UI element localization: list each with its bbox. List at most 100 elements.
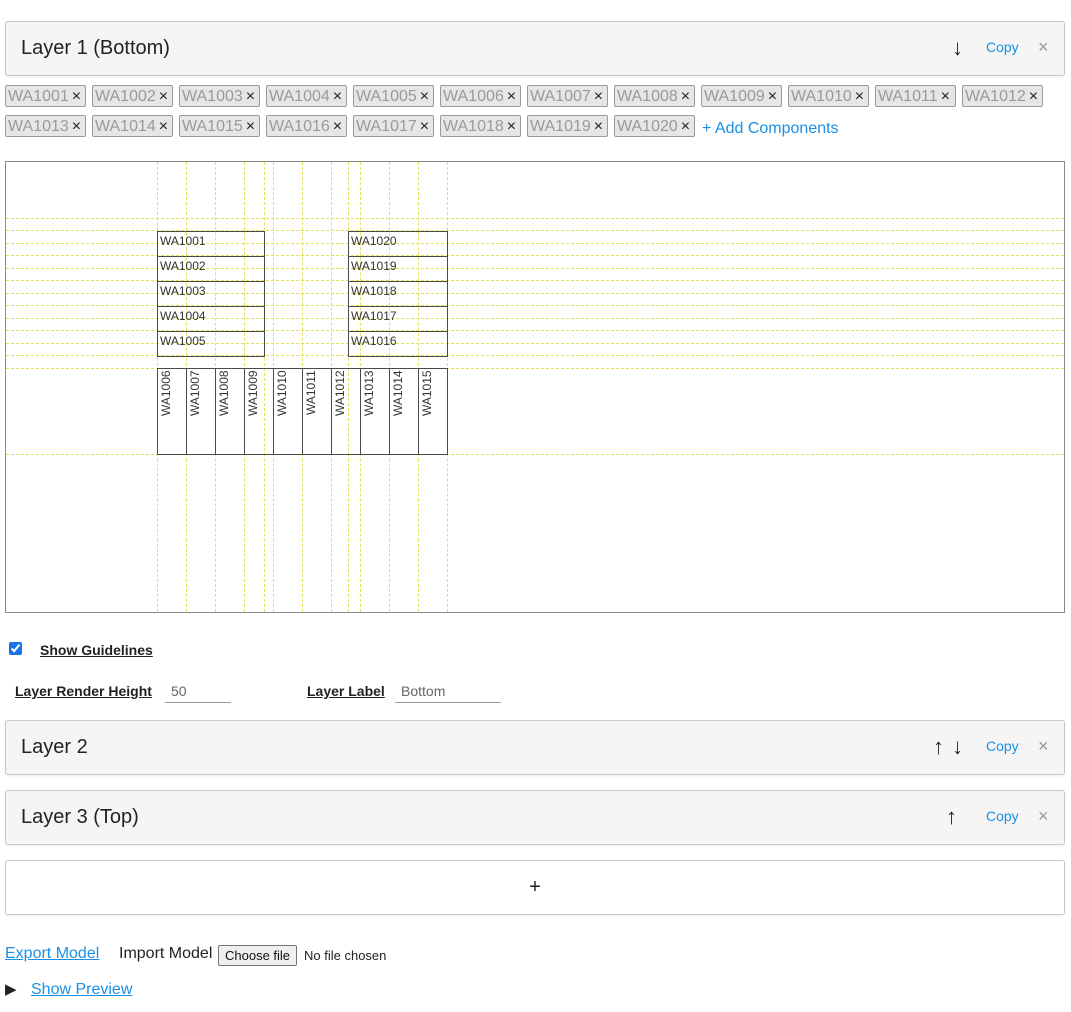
layer-canvas[interactable]: WA1001 WA1002 WA1003 WA1004 WA1005 WA1020 WA10… (5, 161, 1065, 613)
component-cell[interactable]: WA1003 (157, 281, 265, 307)
remove-component-icon[interactable]: × (159, 118, 168, 135)
layer-2-close-icon[interactable]: × (1038, 721, 1049, 772)
layer-2-title: Layer 2 (21, 736, 88, 758)
component-cell[interactable]: WA1014 (389, 368, 419, 455)
move-up-icon[interactable]: ↑ (946, 791, 957, 842)
remove-component-icon[interactable]: × (246, 118, 255, 135)
remove-component-icon[interactable]: × (681, 118, 690, 135)
layer-3-close-icon[interactable]: × (1038, 791, 1049, 842)
move-up-icon[interactable]: ↑ (933, 721, 944, 772)
remove-component-icon[interactable]: × (420, 88, 429, 105)
component-cell[interactable]: WA1013 (360, 368, 390, 455)
component-cell[interactable]: WA1002 (157, 256, 265, 282)
component-chip: WA1004 × (266, 85, 347, 107)
export-model-link[interactable]: Export Model (5, 944, 99, 964)
component-cell-label: WA1005 (160, 334, 206, 348)
component-cell[interactable]: WA1005 (157, 331, 265, 357)
layer-1-close-icon[interactable]: × (1038, 22, 1049, 73)
component-cell-label: WA1007 (188, 370, 202, 416)
remove-component-icon[interactable]: × (1029, 88, 1038, 105)
component-cell-label: WA1017 (351, 309, 397, 323)
layer-1-header[interactable]: Layer 1 (Bottom) ↓ Copy × (5, 21, 1065, 76)
component-cell-label: WA1020 (351, 234, 397, 248)
add-layer-button[interactable]: + (5, 860, 1065, 915)
component-cell[interactable]: WA1015 (418, 368, 448, 455)
component-chip-label: WA1019 (530, 118, 591, 135)
show-guidelines-label: Show Guidelines (40, 642, 153, 658)
component-chip-label: WA1005 (356, 88, 417, 105)
show-guidelines-checkbox-wrap[interactable] (9, 642, 22, 660)
component-chip: WA1019 × (527, 115, 608, 137)
add-components-button[interactable]: + Add Components (702, 118, 839, 140)
component-cell[interactable]: WA1004 (157, 306, 265, 332)
component-chip-label: WA1003 (182, 88, 243, 105)
remove-component-icon[interactable]: × (507, 88, 516, 105)
component-cell[interactable]: WA1006 (157, 368, 187, 455)
component-chip-label: WA1004 (269, 88, 330, 105)
component-cell[interactable]: WA1007 (186, 368, 216, 455)
component-chip: WA1012 × (962, 85, 1043, 107)
component-chip: WA1007 × (527, 85, 608, 107)
component-cell-label: WA1019 (351, 259, 397, 273)
component-cell-label: WA1011 (304, 370, 318, 415)
component-cell[interactable]: WA1001 (157, 231, 265, 257)
component-cell[interactable]: WA1010 (273, 368, 303, 455)
expand-triangle-icon[interactable]: ▶ (5, 981, 17, 999)
component-chip-label: WA1014 (95, 118, 156, 135)
component-chip-label: WA1015 (182, 118, 243, 135)
remove-component-icon[interactable]: × (941, 88, 950, 105)
layer-1-copy-button[interactable]: Copy (986, 22, 1019, 73)
component-chip-label: WA1001 (8, 88, 69, 105)
layer-2-copy-button[interactable]: Copy (986, 721, 1019, 772)
component-chip: WA1011 × (875, 85, 956, 107)
component-cell[interactable]: WA1011 (302, 368, 332, 455)
component-chip-label: WA1010 (791, 88, 852, 105)
layer-1-title: Layer 1 (Bottom) (21, 37, 170, 59)
component-cell-label: WA1004 (160, 309, 206, 323)
remove-component-icon[interactable]: × (333, 88, 342, 105)
layer-label-input[interactable] (395, 680, 501, 703)
choose-file-button[interactable]: Choose file (218, 945, 298, 966)
component-cell[interactable]: WA1018 (348, 281, 448, 307)
layer-2-header[interactable]: Layer 2 ↑ ↓ Copy × (5, 720, 1065, 775)
component-cell[interactable]: WA1019 (348, 256, 448, 282)
move-down-icon[interactable]: ↓ (952, 22, 963, 73)
remove-component-icon[interactable]: × (594, 118, 603, 135)
component-chip-label: WA1008 (617, 88, 678, 105)
component-cell[interactable]: WA1020 (348, 231, 448, 257)
component-cell-label: WA1014 (391, 370, 405, 416)
show-guidelines-checkbox[interactable] (9, 642, 22, 655)
component-cell[interactable]: WA1009 (244, 368, 274, 455)
component-cell-label: WA1003 (160, 284, 206, 298)
component-chip: WA1001 × (5, 85, 86, 107)
component-chip-label: WA1011 (878, 88, 938, 105)
remove-component-icon[interactable]: × (159, 88, 168, 105)
remove-component-icon[interactable]: × (72, 88, 81, 105)
remove-component-icon[interactable]: × (333, 118, 342, 135)
show-preview-link[interactable]: Show Preview (31, 980, 132, 1000)
component-cell[interactable]: WA1012 (331, 368, 361, 455)
component-cell[interactable]: WA1017 (348, 306, 448, 332)
component-cell-label: WA1018 (351, 284, 397, 298)
layer-label-label: Layer Label (307, 683, 385, 699)
move-down-icon[interactable]: ↓ (952, 721, 963, 772)
remove-component-icon[interactable]: × (507, 118, 516, 135)
remove-component-icon[interactable]: × (72, 118, 81, 135)
component-cell-label: WA1006 (159, 370, 173, 416)
layer-3-copy-button[interactable]: Copy (986, 791, 1019, 842)
component-chip: WA1006 × (440, 85, 521, 107)
component-cell[interactable]: WA1008 (215, 368, 245, 455)
remove-component-icon[interactable]: × (681, 88, 690, 105)
remove-component-icon[interactable]: × (246, 88, 255, 105)
component-chip-label: WA1012 (965, 88, 1026, 105)
component-chip-label: WA1007 (530, 88, 591, 105)
component-chip: WA1010 × (788, 85, 869, 107)
layer-3-header[interactable]: Layer 3 (Top) ↑ Copy × (5, 790, 1065, 845)
render-height-input[interactable] (165, 680, 231, 703)
remove-component-icon[interactable]: × (855, 88, 864, 105)
remove-component-icon[interactable]: × (420, 118, 429, 135)
component-chip: WA1020 × (614, 115, 695, 137)
remove-component-icon[interactable]: × (768, 88, 777, 105)
remove-component-icon[interactable]: × (594, 88, 603, 105)
component-cell[interactable]: WA1016 (348, 331, 448, 357)
